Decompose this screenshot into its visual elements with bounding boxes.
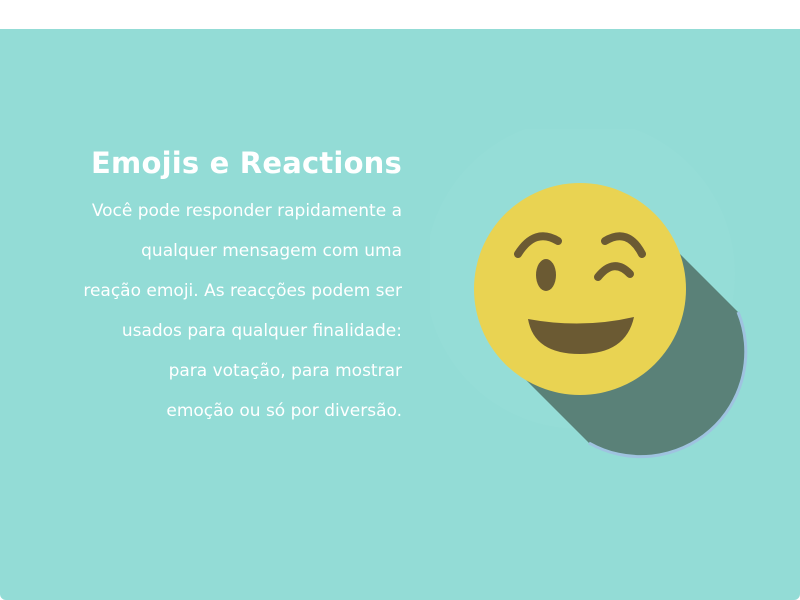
winking-face-illustration <box>430 129 770 489</box>
feature-title: Emojis e Reactions <box>91 146 402 180</box>
feature-panel: Emojis e Reactions Você pode responder r… <box>0 29 800 600</box>
description-line-5: para votação, para mostrar <box>168 361 402 381</box>
left-eye <box>536 259 556 291</box>
top-bar <box>0 0 800 29</box>
description-line-4: usados para qualquer finalidade: <box>121 321 402 341</box>
winking-face-icon <box>430 129 748 459</box>
feature-text-block: Emojis e Reactions Você pode responder r… <box>40 143 402 431</box>
face-circle <box>474 183 686 395</box>
description-line-1: Você pode responder rapidamente a <box>91 201 402 221</box>
description-line-2: qualquer mensagem com uma <box>141 241 402 261</box>
description-line-6: emoção ou só por diversão. <box>166 401 402 421</box>
feature-description: Você pode responder rapidamente a qualqu… <box>40 191 402 431</box>
description-line-3: reação emoji. As reacções podem ser <box>83 281 402 301</box>
